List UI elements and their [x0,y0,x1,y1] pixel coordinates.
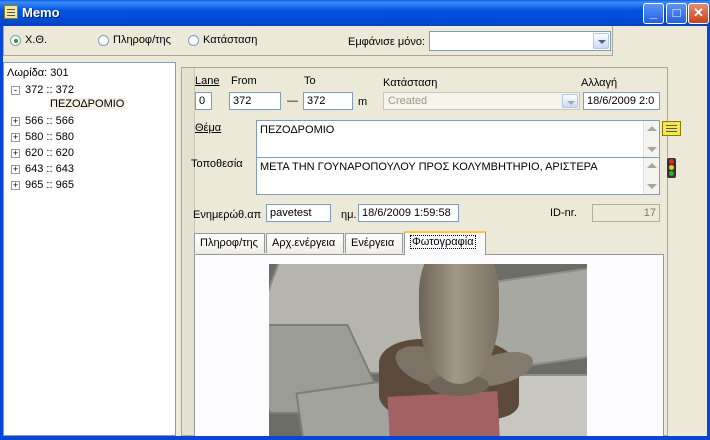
expand-icon[interactable]: + [11,133,20,142]
collapse-icon[interactable]: - [11,86,20,95]
note-icon[interactable] [662,121,681,136]
changed-label: Αλλαγή [581,77,618,89]
chevron-down-icon[interactable] [593,33,609,49]
tree-node-label: 566 :: 566 [25,115,74,127]
tree-root[interactable]: Λωρίδα: 301 [7,67,69,79]
tab-photo-label: Φωτογραφία [410,235,476,249]
chevron-down-icon[interactable] [562,94,578,108]
changed-field[interactable]: 18/6/2009 2:0 [583,92,660,110]
radio-informer-dot[interactable] [98,35,109,46]
lane-label: Lane [195,75,220,87]
tab-photo[interactable]: Φωτογραφία [404,231,486,255]
minimize-button[interactable]: _ [643,3,664,24]
tree-node-label: 580 :: 580 [25,131,74,143]
location-text: ΜΕΤΑ ΤΗΝ ΓΟΥΝΑΡΟΠΟΥΛΟΥ ΠΡΟΣ ΚΟΛΥΜΒΗΤΗΡΙΟ… [260,161,598,173]
window-title: Memo [22,5,60,20]
filter-panel: Χ.Θ. Πληροφ/της Κατάσταση Εμφάνισε μόνο: [3,26,613,56]
subject-scrollbar[interactable] [643,121,659,157]
from-field[interactable]: 372 [229,92,281,110]
show-only-label: Εμφάνισε μόνο: [348,36,425,48]
status-value: Created [388,95,428,107]
to-field[interactable]: 372 [303,92,353,110]
location-textarea[interactable]: ΜΕΤΑ ΤΗΝ ΓΟΥΝΑΡΟΠΟΥΛΟΥ ΠΡΟΣ ΚΟΛΥΜΒΗΤΗΡΙΟ… [256,157,660,195]
subject-textarea[interactable]: ΠΕΖΟΔΡΟΜΙΟ [256,120,660,158]
location-scrollbar[interactable] [643,158,659,194]
tab-action[interactable]: Ενέργεια [345,233,403,253]
location-label: Τοποθεσία [191,158,243,170]
date-field[interactable]: 18/6/2009 1:59:58 [358,204,459,222]
tab-action-label: Ενέργεια [351,237,395,249]
expand-icon[interactable]: + [11,149,20,158]
title-bar: Memo _ □ ✕ [0,0,710,26]
traffic-light-icon[interactable] [667,158,676,178]
radio-status-dot[interactable] [188,35,199,46]
tree-node-label: 965 :: 965 [25,179,74,191]
subject-label: Θέμα [195,122,222,134]
memo-app-icon [4,5,18,19]
window-frame-bottom [0,436,710,440]
lane-field[interactable]: 0 [195,92,212,110]
to-label: To [304,75,316,87]
tab-informer[interactable]: Πληροφ/της [194,233,265,253]
date-label: ημ. [341,209,357,221]
updated-by-label: Ενημερώθ.απ [193,209,262,221]
from-label: From [231,75,257,87]
tab-initial-action[interactable]: Αρχ.ενέργεια [266,233,344,253]
show-only-dropdown[interactable] [429,31,611,51]
tree-node-label: 620 :: 620 [25,147,74,159]
tab-informer-label: Πληροφ/της [200,237,258,249]
expand-icon[interactable]: + [11,181,20,190]
updated-by-field[interactable]: pavetest [266,204,331,222]
radio-chainage-dot[interactable] [10,35,21,46]
radio-chainage-label: Χ.Θ. [25,34,48,46]
tree-on-pavement-photo [269,264,587,436]
status-dropdown[interactable]: Created [383,92,580,110]
tree-node-label: 372 :: 372 [25,84,74,96]
id-label: ID-nr. [550,207,577,219]
radio-status-label: Κατάσταση [203,34,258,46]
expand-icon[interactable]: + [11,117,20,126]
chainage-tree[interactable]: Λωρίδα: 301 - 372 :: 372 ΠΕΖΟΔΡΟΜΙΟ + 56… [3,62,176,436]
maximize-button[interactable]: □ [666,3,687,24]
tree-node-selected[interactable]: ΠΕΖΟΔΡΟΜΙΟ [49,98,126,110]
tree-node-label: 643 :: 643 [25,163,74,175]
tab-initial-action-label: Αρχ.ενέργεια [272,237,336,249]
status-label: Κατάσταση [383,77,438,89]
radio-informer-label: Πληροφ/της [113,34,171,46]
id-field: 17 [592,204,660,222]
subject-text: ΠΕΖΟΔΡΟΜΙΟ [260,124,335,136]
range-dash: — [287,95,298,107]
expand-icon[interactable]: + [11,165,20,174]
unit-label: m [358,96,368,108]
close-button[interactable]: ✕ [688,3,709,24]
